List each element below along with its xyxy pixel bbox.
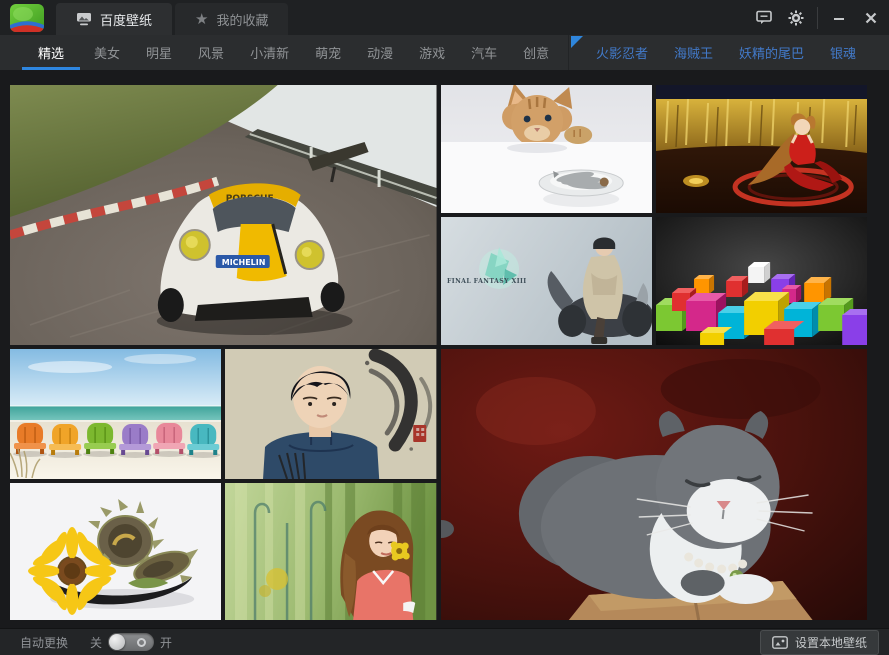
wallpaper-thumbnail-beach[interactable]: [10, 349, 221, 479]
controls-divider: [817, 7, 818, 29]
category-label: 风景: [198, 43, 224, 62]
category-beauty[interactable]: 美女: [82, 35, 132, 70]
beach-chairs-image: [10, 349, 221, 479]
category-label: 明星: [146, 43, 172, 62]
category-games[interactable]: 游戏: [407, 35, 457, 70]
category-creative[interactable]: 创意: [511, 35, 561, 70]
gear-icon: [788, 10, 804, 26]
girl-cornfield-image: [225, 483, 436, 620]
quick-link-label: 银魂: [830, 43, 856, 62]
window-controls: [748, 0, 889, 35]
titlebar: 百度壁纸 ★ 我的收藏: [0, 0, 889, 35]
toggle-ring-icon: [137, 638, 146, 647]
feedback-icon: [756, 10, 772, 25]
tab-my-favorites[interactable]: ★ 我的收藏: [175, 3, 288, 35]
wallpaper-thumbnail-portrait[interactable]: [225, 349, 436, 479]
wallpaper-grid: PORSCHE MICHELIN: [10, 85, 867, 620]
wallpaper-thumbnail-final-fantasy[interactable]: FINAL FANTASY XIII: [441, 217, 652, 345]
wallpaper-thumbnail-porsche[interactable]: PORSCHE MICHELIN: [10, 85, 437, 345]
tab-baidu-wallpaper[interactable]: 百度壁纸: [56, 3, 172, 35]
ink-portrait-image: [225, 349, 436, 479]
category-fresh[interactable]: 小清新: [238, 35, 301, 70]
category-label: 精选: [38, 43, 64, 62]
scottish-fold-cat-image: [441, 349, 868, 620]
category-label: 汽车: [471, 43, 497, 62]
category-cars[interactable]: 汽车: [459, 35, 509, 70]
category-label: 美女: [94, 43, 120, 62]
car-sponsor-text: MICHELIN: [222, 258, 266, 267]
quick-link-gintama[interactable]: 银魂: [817, 35, 869, 70]
ff-logo-text: FINAL FANTASY XIII: [447, 278, 527, 285]
kitten-fish-image: [441, 85, 652, 213]
wallpaper-icon: [76, 12, 92, 26]
wallpaper-thumbnail-big-cat[interactable]: [441, 349, 868, 620]
quick-link-naruto[interactable]: 火影忍者: [583, 35, 661, 70]
wallpaper-thumbnail-anime-girl[interactable]: [656, 85, 867, 213]
set-local-wallpaper-button[interactable]: 设置本地壁纸: [760, 630, 879, 655]
porsche-race-car-image: PORSCHE MICHELIN: [10, 85, 437, 345]
local-wallpaper-icon: [772, 636, 788, 649]
category-scenery[interactable]: 风景: [186, 35, 236, 70]
wallpaper-thumbnail-cubes[interactable]: [656, 217, 867, 345]
wallpaper-thumbnail-girl[interactable]: [225, 483, 436, 620]
wallpaper-thumbnail-kitten[interactable]: [441, 85, 652, 213]
tab-label: 我的收藏: [216, 10, 268, 29]
auto-change-toggle[interactable]: [108, 633, 154, 651]
set-local-wallpaper-label: 设置本地壁纸: [795, 634, 867, 651]
category-label: 创意: [523, 43, 549, 62]
corner-flag-icon: [571, 36, 583, 48]
wallpaper-thumbnail-sunflowers[interactable]: [10, 483, 221, 620]
quick-link-label: 火影忍者: [596, 43, 648, 62]
minimize-icon: [833, 12, 845, 24]
toggle-on-label: 开: [160, 634, 172, 651]
sunflowers-image: [10, 483, 221, 620]
app-window: 百度壁纸 ★ 我的收藏: [0, 0, 889, 655]
final-fantasy-image: FINAL FANTASY XIII: [441, 217, 652, 345]
close-button[interactable]: [855, 0, 887, 35]
category-label: 动漫: [367, 43, 393, 62]
anime-girl-image: [656, 85, 867, 213]
settings-button[interactable]: [780, 0, 812, 35]
colorful-cubes-image: [656, 217, 867, 345]
quick-links: 火影忍者 海贼王 妖精的尾巴 银魂: [568, 35, 869, 70]
star-icon: ★: [195, 12, 208, 27]
toggle-knob: [109, 634, 125, 650]
app-logo-icon: [10, 4, 44, 32]
close-icon: [865, 12, 877, 24]
footer-bar: 自动更换 关 开 设置本地壁纸: [0, 628, 889, 655]
category-nav: 精选 美女 明星 风景 小清新 萌宠 动漫 游戏 汽车 创意 火影忍者 海贼王 …: [0, 35, 889, 70]
category-stars[interactable]: 明星: [134, 35, 184, 70]
feedback-button[interactable]: [748, 0, 780, 35]
auto-change-label: 自动更换: [20, 634, 68, 651]
app-logo: [10, 4, 44, 32]
category-label: 游戏: [419, 43, 445, 62]
category-label: 小清新: [250, 43, 289, 62]
quick-link-one-piece[interactable]: 海贼王: [661, 35, 726, 70]
quick-link-label: 海贼王: [674, 43, 713, 62]
category-featured[interactable]: 精选: [22, 35, 80, 70]
minimize-button[interactable]: [823, 0, 855, 35]
category-pets[interactable]: 萌宠: [303, 35, 353, 70]
tab-label: 百度壁纸: [100, 10, 152, 29]
quick-link-label: 妖精的尾巴: [739, 43, 804, 62]
category-anime[interactable]: 动漫: [355, 35, 405, 70]
toggle-off-label: 关: [90, 634, 102, 651]
category-label: 萌宠: [315, 43, 341, 62]
quick-link-fairy-tail[interactable]: 妖精的尾巴: [726, 35, 817, 70]
